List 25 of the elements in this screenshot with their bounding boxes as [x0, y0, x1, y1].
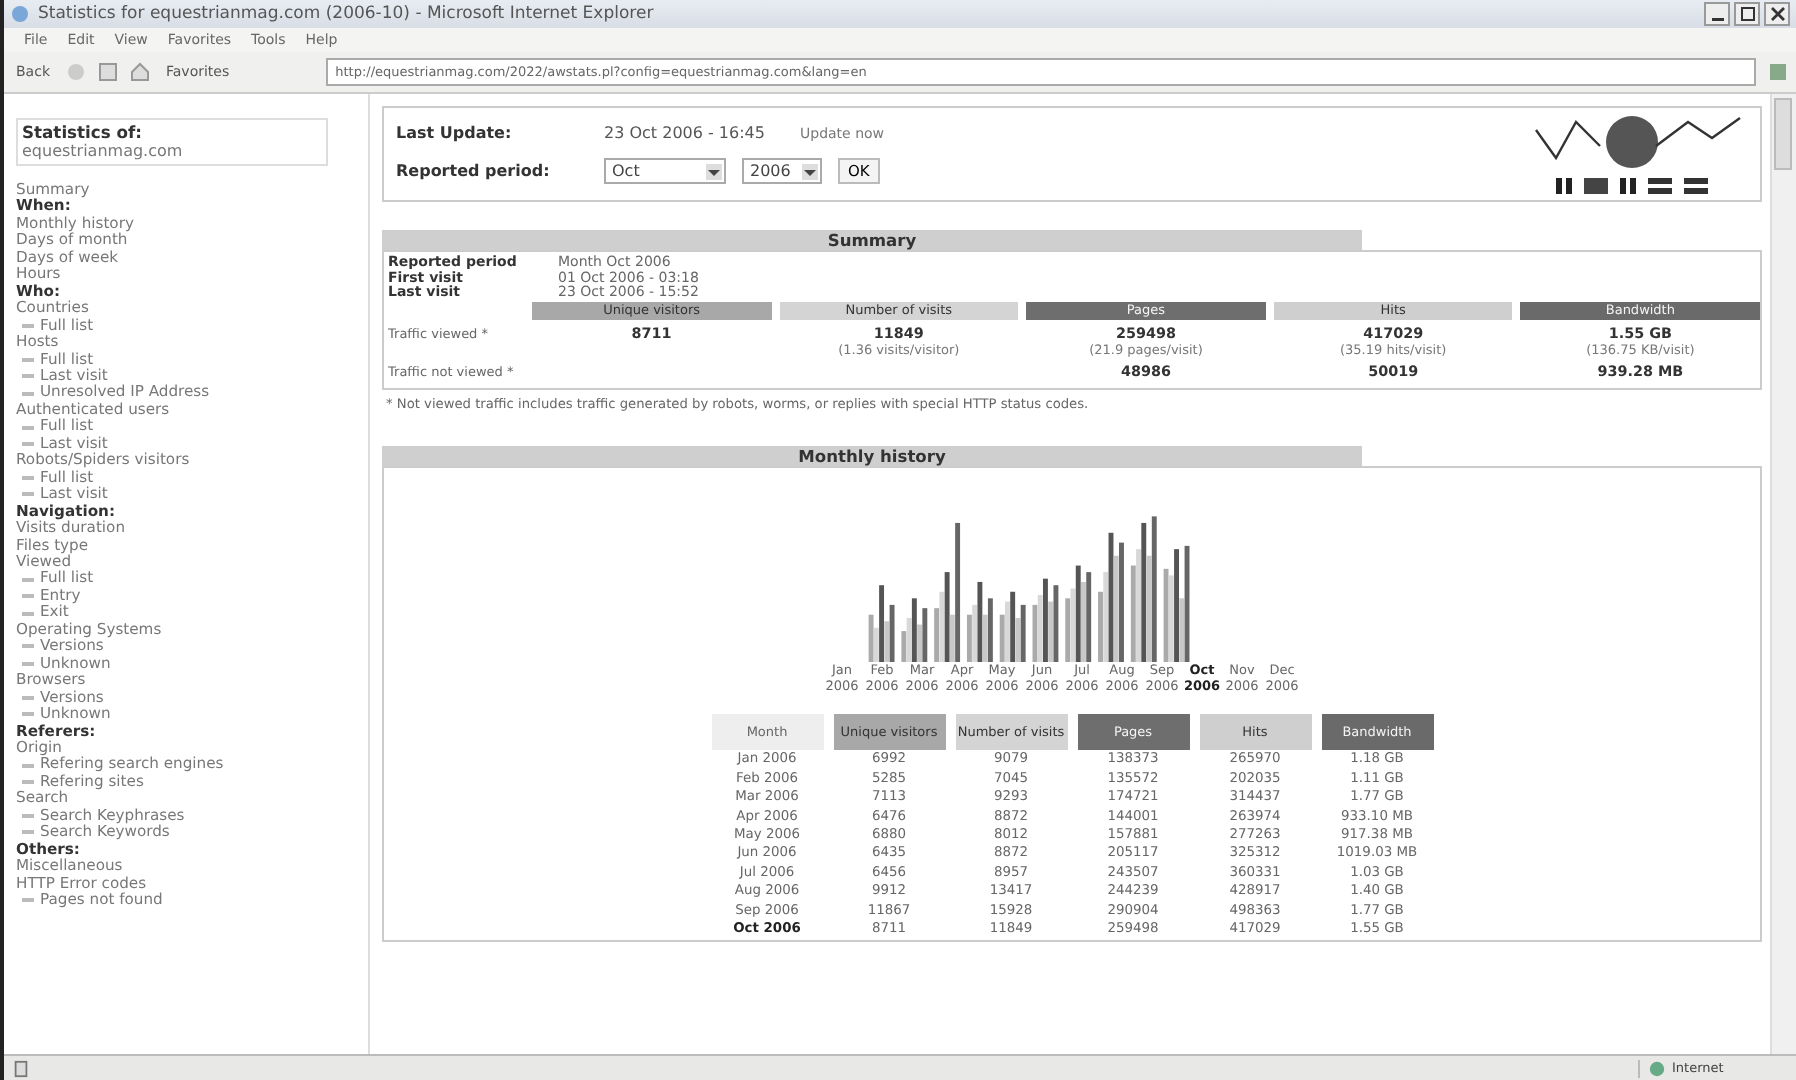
scrollbar[interactable]	[1770, 94, 1796, 1054]
site-name: equestrianmag.com	[22, 142, 185, 160]
minimize-button[interactable]	[1704, 2, 1730, 26]
last-update-value: 23 Oct 2006 - 16:45	[604, 124, 767, 142]
scroll-thumb[interactable]	[1774, 98, 1792, 170]
browser-icon	[10, 4, 30, 24]
home-icon[interactable]	[130, 62, 150, 82]
reported-period-label: Reported period:	[396, 162, 552, 180]
window-title: Statistics for equestrianmag.com (2006-10) - Microsoft Internet Explorer	[38, 4, 656, 24]
month-dropdown[interactable]: Oct	[604, 158, 726, 184]
maximize-icon	[1739, 6, 1755, 22]
globe-icon	[1648, 1059, 1666, 1077]
go-icon[interactable]	[1768, 62, 1788, 82]
refresh-icon[interactable]	[98, 62, 118, 82]
stats-title: Statistics of:	[22, 124, 145, 142]
maximize-button[interactable]	[1734, 2, 1760, 26]
year-dropdown[interactable]: 2006	[742, 158, 822, 184]
dropdown-arrow-icon	[706, 163, 722, 179]
dropdown-arrow-icon	[802, 163, 818, 179]
forward-icon[interactable]	[66, 62, 86, 82]
last-update-label: Last Update:	[396, 124, 514, 142]
section-title: Monthly history	[798, 445, 946, 465]
close-button[interactable]	[1764, 2, 1790, 26]
close-icon	[1769, 6, 1785, 22]
section-title: Summary	[827, 230, 917, 250]
